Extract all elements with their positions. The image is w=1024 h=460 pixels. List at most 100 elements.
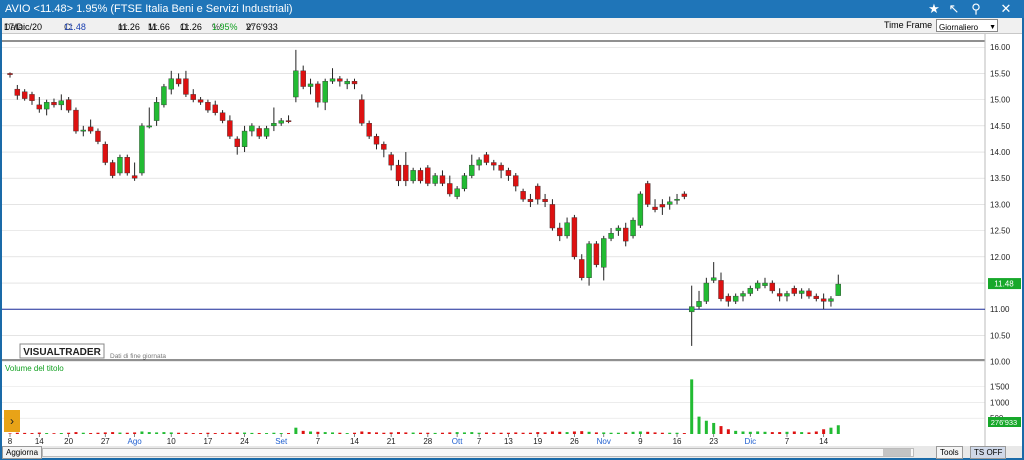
candle-body (366, 123, 372, 137)
candle-body (520, 191, 526, 200)
candle-body (806, 290, 812, 297)
close-icon[interactable]: ✕ (998, 1, 1014, 17)
chevron-right-icon: › (10, 414, 14, 428)
candle-body (263, 128, 270, 137)
volume-bar (836, 425, 840, 434)
candle-body (461, 175, 468, 189)
candle-body (828, 298, 834, 302)
volume-bar (360, 431, 364, 434)
chart-panel[interactable]: 16.00 15.50 15.00 14.50 14.00 13.50 13.00 12.50… (2, 34, 1022, 446)
candle-body (762, 282, 768, 286)
scrollbar-thumb[interactable] (883, 449, 911, 456)
candle-body (410, 170, 416, 182)
volume-bar (712, 422, 716, 434)
timeframe-select[interactable]: Giornaliero ▼ (936, 19, 998, 32)
volume-bar (67, 432, 71, 434)
candle-body (608, 233, 614, 239)
volume-bar (103, 432, 107, 434)
volume-bar (125, 432, 129, 434)
candle-body (579, 259, 585, 278)
ts-toggle-button[interactable]: TS OFF (970, 446, 1007, 459)
candle-body (740, 293, 746, 297)
candle-body (153, 102, 160, 121)
candle-body (205, 102, 211, 111)
candle-body (652, 206, 658, 210)
status-bar: Aggiorna Tools TS OFF (2, 446, 1022, 459)
candle-body (754, 282, 761, 289)
volume-bar (624, 432, 628, 434)
candle-body (234, 138, 240, 147)
last-volume-label: 276'933 (991, 418, 1017, 427)
candle-body (835, 283, 841, 296)
x-tick-label: 7 (316, 437, 321, 446)
cursor-icon[interactable]: ↖ (946, 1, 962, 17)
volume-bar (23, 432, 27, 434)
candlestick-chart[interactable]: 16.00 15.50 15.00 14.50 14.00 13.50 13.00 12.50… (2, 34, 1022, 446)
candle-body (732, 295, 739, 302)
candle-body (146, 125, 152, 128)
candle-body (139, 125, 145, 174)
candle-body (175, 78, 182, 85)
candle-body (344, 81, 350, 85)
candle-body (58, 100, 65, 106)
volume-tick-label: 1'500 (990, 383, 1010, 392)
candle-body (373, 136, 380, 145)
volume-bar (646, 431, 650, 434)
volume-bar (272, 432, 276, 434)
candle-body (278, 120, 284, 124)
candle-body (491, 162, 497, 166)
volume-bar (213, 433, 217, 434)
volume-bar (778, 432, 782, 434)
volume-bar (572, 431, 576, 434)
price-tick-label: 10.50 (990, 331, 1011, 340)
candle-body (623, 227, 629, 242)
candle-body (417, 170, 424, 182)
volume-bar (616, 432, 620, 434)
candle-body (21, 91, 28, 99)
volume-bar (389, 432, 393, 434)
candle-body (718, 280, 724, 299)
candle-body (351, 81, 358, 85)
volume-bar (235, 432, 239, 434)
candle-body (542, 198, 548, 203)
candle-body (447, 183, 453, 195)
volume-bar (418, 432, 422, 434)
x-tick-label: 7 (785, 437, 790, 446)
candle-body (674, 198, 680, 201)
update-button[interactable]: Aggiorna (2, 446, 43, 459)
candle-body (586, 243, 592, 278)
candle-body (7, 73, 13, 75)
volume-bar (169, 432, 173, 434)
volume-bar (675, 432, 679, 434)
volume-bar (345, 433, 349, 434)
volume-bar (30, 433, 34, 434)
volume-bar (822, 429, 826, 434)
candle-body (813, 295, 819, 299)
volume-bar (89, 433, 93, 434)
x-tick-label: 20 (64, 437, 73, 446)
candle-body (564, 222, 570, 237)
volume-bar (682, 433, 686, 434)
tools-button[interactable]: Tools (936, 446, 963, 459)
volume-bar (785, 431, 789, 434)
volume-bar (15, 432, 19, 434)
volume-bar (484, 432, 488, 434)
candle-body (219, 112, 226, 121)
candle-body (483, 154, 490, 163)
volume-bar (323, 432, 327, 434)
volume-bar (331, 432, 335, 434)
price-tick-label: 16.00 (990, 43, 1011, 52)
volume-bar (279, 433, 283, 434)
star-icon[interactable]: ★ (926, 1, 942, 17)
candle-body (439, 175, 446, 184)
volume-bar (800, 432, 804, 434)
volume-bar (294, 427, 298, 434)
horizontal-scrollbar[interactable] (42, 448, 914, 457)
timeframe-value: Giornaliero (939, 23, 979, 32)
zoom-icon[interactable]: ⚲ (968, 1, 984, 17)
volume-bar (653, 432, 657, 434)
candle-body (469, 164, 475, 176)
candle-body (645, 183, 651, 205)
candle-body (791, 288, 798, 294)
candle-body (43, 102, 50, 110)
